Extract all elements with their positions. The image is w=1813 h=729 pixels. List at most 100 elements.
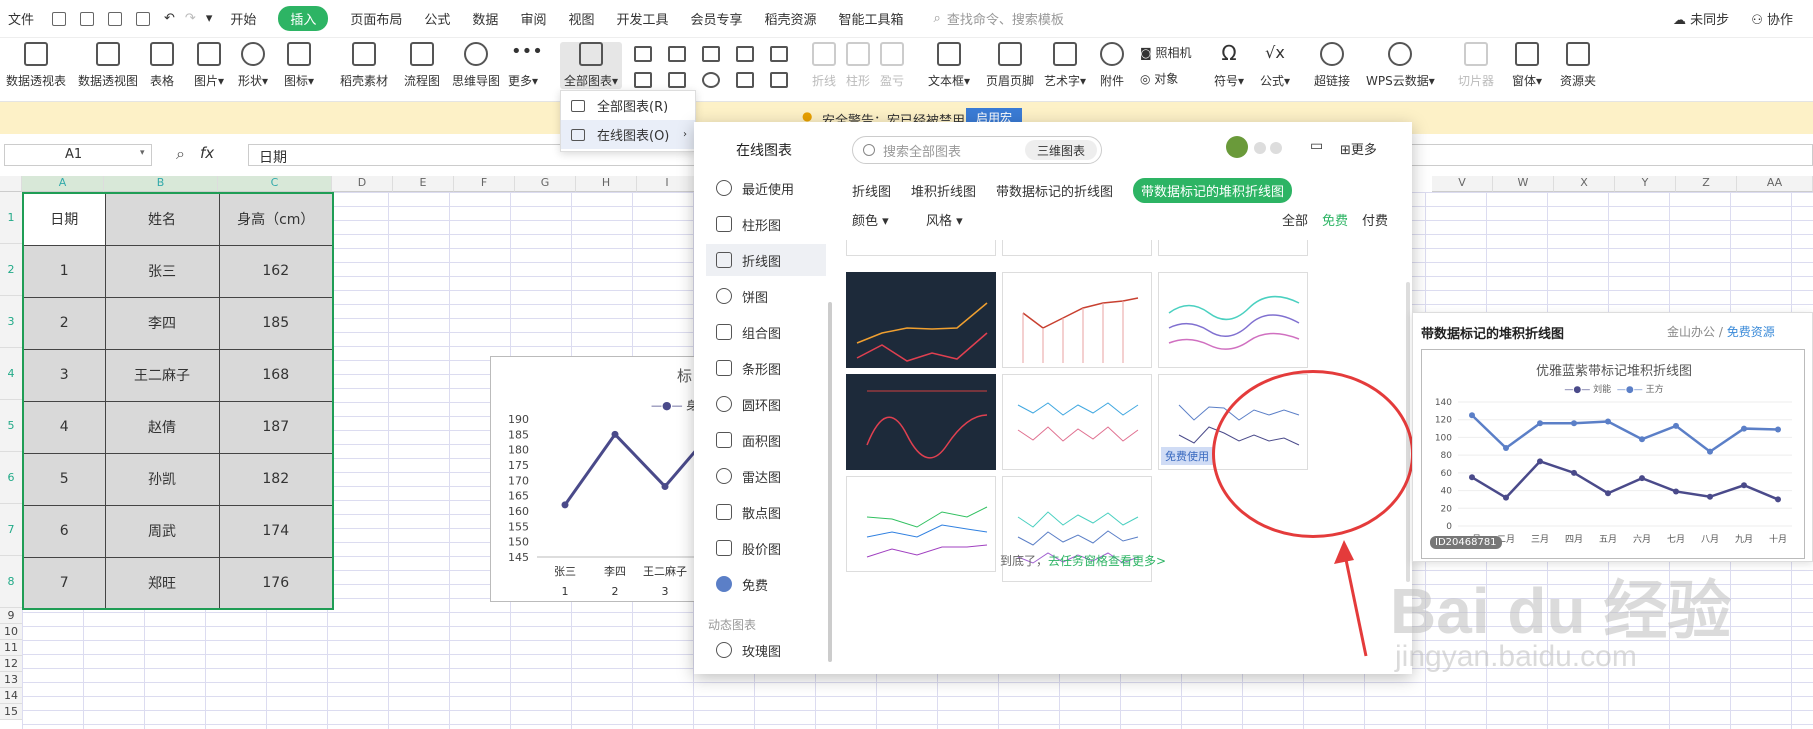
- column-header[interactable]: H: [576, 176, 637, 192]
- row-header[interactable]: 4: [0, 348, 22, 400]
- hyperlink-button[interactable]: 超链接: [1314, 42, 1350, 89]
- shape-button[interactable]: 形状▾: [238, 42, 268, 89]
- tab-stacked-line-markers[interactable]: 带数据标记的堆积折线图: [1133, 178, 1293, 203]
- table-cell[interactable]: 176: [218, 556, 334, 610]
- pivot-table-button[interactable]: 数据透视表: [6, 42, 66, 89]
- more-button[interactable]: ••• 更多▾: [508, 42, 543, 89]
- scatter-chart-icon[interactable]: [736, 72, 754, 88]
- cell-header-height[interactable]: 身高（cm）: [218, 192, 334, 246]
- tab-line-markers[interactable]: 带数据标记的折线图: [996, 181, 1113, 200]
- menu-item-online-charts[interactable]: 在线图表(O) ›: [561, 120, 695, 149]
- export-icon[interactable]: [80, 11, 95, 26]
- tab-stacked-line[interactable]: 堆积折线图: [911, 181, 976, 200]
- save-icon[interactable]: [52, 11, 67, 26]
- row-header[interactable]: 15: [0, 704, 22, 720]
- more-button[interactable]: ⊞更多: [1340, 139, 1377, 158]
- bar-chart-icon[interactable]: [668, 46, 686, 62]
- table-cell[interactable]: 185: [218, 296, 334, 350]
- price-filter-paid[interactable]: 付费: [1362, 210, 1388, 229]
- price-filter-all[interactable]: 全部: [1282, 210, 1308, 229]
- table-cell[interactable]: 6: [22, 504, 106, 558]
- chart-template-thumbnail[interactable]: [1158, 240, 1308, 256]
- all-charts-button[interactable]: 全部图表▾: [560, 42, 623, 89]
- area-chart-icon[interactable]: [634, 72, 652, 88]
- row-header[interactable]: 1: [0, 192, 22, 244]
- resource-button[interactable]: 资源夹: [1560, 42, 1596, 89]
- slicer-button[interactable]: 切片器: [1458, 42, 1494, 89]
- sidebar-item-area[interactable]: 面积图: [706, 424, 826, 456]
- tab-member[interactable]: 会员专享: [690, 9, 742, 28]
- message-icon[interactable]: ▭: [1310, 138, 1323, 154]
- tab-formula[interactable]: 公式: [424, 9, 450, 28]
- sidebar-item-donut[interactable]: 圆环图: [706, 388, 826, 420]
- table-cell[interactable]: 王二麻子: [104, 348, 220, 402]
- preview-resource-link[interactable]: 免费资源: [1727, 325, 1775, 339]
- chart-search-input[interactable]: 搜索全部图表 三维图表: [852, 136, 1102, 164]
- tab-review[interactable]: 审阅: [520, 9, 546, 28]
- collab-button[interactable]: ⚇ 协作: [1751, 9, 1793, 28]
- table-cell[interactable]: 182: [218, 452, 334, 506]
- chart-template-thumbnail[interactable]: [846, 374, 996, 470]
- wps-cloud-button[interactable]: WPS云数据▾: [1366, 42, 1435, 89]
- formula-button[interactable]: √x 公式▾: [1260, 42, 1290, 89]
- sidebar-item-scatter[interactable]: 散点图: [706, 496, 826, 528]
- print-icon[interactable]: [108, 11, 123, 26]
- sidebar-item-combo[interactable]: 组合图: [706, 316, 826, 348]
- sparkline-winloss-button[interactable]: 盈亏: [880, 42, 904, 89]
- name-box[interactable]: A1: [4, 144, 152, 166]
- tab-insert[interactable]: 插入: [278, 6, 329, 31]
- name-box-dropdown-icon[interactable]: ▾: [140, 148, 145, 158]
- tab-toolbox[interactable]: 智能工具箱: [839, 9, 904, 28]
- column-header[interactable]: I: [637, 176, 698, 192]
- column-header[interactable]: Y: [1615, 176, 1676, 192]
- avatar[interactable]: [1226, 136, 1248, 158]
- textbox-button[interactable]: 文本框▾: [928, 42, 970, 89]
- file-menu[interactable]: 文件: [8, 9, 34, 28]
- chart-template-thumbnail[interactable]: [1002, 374, 1152, 470]
- command-search[interactable]: ⌕ 查找命令、搜索模板: [934, 9, 1064, 28]
- sidebar-item-bar[interactable]: 条形图: [706, 352, 826, 384]
- sidebar-item-rose[interactable]: 玫瑰图: [706, 634, 826, 666]
- row-header[interactable]: 13: [0, 672, 22, 688]
- table-cell[interactable]: 李四: [104, 296, 220, 350]
- fx-icon[interactable]: fx: [200, 144, 214, 162]
- column-header[interactable]: X: [1554, 176, 1615, 192]
- table-cell[interactable]: 孙凯: [104, 452, 220, 506]
- combo-chart-icon[interactable]: [668, 72, 686, 88]
- sparkline-column-button[interactable]: 柱形: [846, 42, 870, 89]
- row-header[interactable]: 12: [0, 656, 22, 672]
- color-filter[interactable]: 颜色 ▾: [852, 210, 889, 229]
- radar-chart-icon[interactable]: [736, 46, 754, 62]
- chart-template-thumbnail[interactable]: [1158, 272, 1308, 368]
- chart-template-thumbnail[interactable]: [1002, 272, 1152, 368]
- table-button[interactable]: 表格: [150, 42, 174, 89]
- column-header[interactable]: C: [218, 176, 332, 192]
- tab-page-layout[interactable]: 页面布局: [350, 9, 402, 28]
- sheet-line-chart[interactable]: 标 —●— 身高 190185180175170165160155150145张…: [490, 356, 711, 602]
- 3d-charts-button[interactable]: 三维图表: [1024, 140, 1097, 160]
- table-cell[interactable]: 周武: [104, 504, 220, 558]
- object-button[interactable]: ◎ 对象: [1140, 70, 1178, 87]
- table-cell[interactable]: 1: [22, 244, 106, 298]
- row-header[interactable]: 6: [0, 452, 22, 504]
- quick-access-dropdown-icon[interactable]: ▾: [206, 11, 213, 26]
- row-header[interactable]: 11: [0, 640, 22, 656]
- icon-button[interactable]: 图标▾: [284, 42, 314, 89]
- tab-data[interactable]: 数据: [472, 9, 498, 28]
- tab-home[interactable]: 开始: [230, 9, 256, 28]
- sidebar-item-radar[interactable]: 雷达图: [706, 460, 826, 492]
- column-header[interactable]: D: [332, 176, 393, 192]
- sidebar-item-stock[interactable]: 股价图: [706, 532, 826, 564]
- column-header[interactable]: A: [22, 176, 104, 192]
- preview-icon[interactable]: [136, 11, 151, 26]
- column-header[interactable]: E: [393, 176, 454, 192]
- sidebar-item-column[interactable]: 柱形图: [706, 208, 826, 240]
- symbol-button[interactable]: Ω 符号▾: [1214, 42, 1244, 89]
- cell-header-date[interactable]: 日期: [22, 192, 106, 246]
- docer-material-button[interactable]: 稻壳素材: [340, 42, 388, 89]
- column-header[interactable]: V: [1432, 176, 1493, 192]
- table-cell[interactable]: 174: [218, 504, 334, 558]
- column-header[interactable]: W: [1493, 176, 1554, 192]
- row-header[interactable]: 7: [0, 504, 22, 556]
- sidebar-item-pie[interactable]: 饼图: [706, 280, 826, 312]
